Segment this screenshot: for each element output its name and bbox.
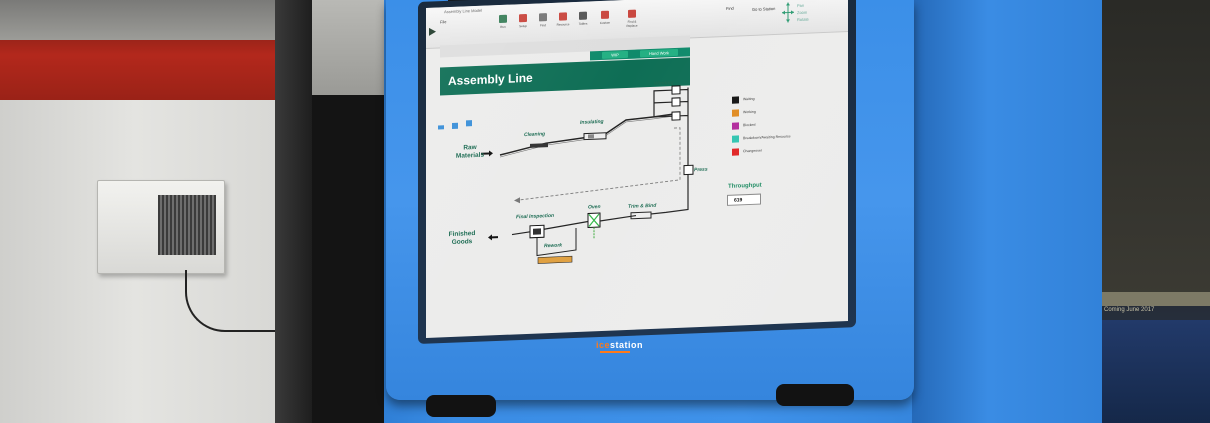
power-cord	[185, 270, 277, 332]
throughput-value: 619	[727, 193, 761, 206]
brand-underline	[600, 351, 630, 353]
insulating-station[interactable]	[583, 132, 607, 141]
kiosk-handle-left	[426, 395, 496, 417]
ac-grille	[158, 195, 216, 255]
legend-label: Working	[743, 109, 756, 115]
kiosk-side-panel	[912, 0, 1102, 423]
door-frame	[275, 0, 315, 423]
kiosk-handle-right	[776, 384, 854, 406]
rework-station[interactable]	[537, 255, 573, 264]
insulating-label: Insulating	[580, 118, 604, 126]
brand-logo-part-b: station	[610, 340, 644, 350]
winding-machine-2[interactable]	[671, 97, 681, 107]
sign-bar	[1100, 292, 1210, 306]
legend-swatch	[732, 122, 739, 130]
sign-text: Coming June 2017	[1104, 307, 1155, 313]
press-station[interactable]	[683, 164, 694, 176]
brand-logo-part-a: ice	[596, 340, 611, 350]
brand-logo: icestation	[596, 340, 643, 350]
finished-goods-label: Finished Goods	[448, 230, 476, 246]
monitor-screen: Assembly Line Model File Run Setup Find …	[426, 0, 848, 339]
process-flow-diagram	[438, 85, 694, 264]
press-label: Press	[694, 166, 708, 174]
legend-swatch	[732, 148, 739, 156]
oven-label: Oven	[588, 203, 601, 211]
legend-swatch	[732, 135, 739, 143]
rework-label: Rework	[544, 242, 563, 250]
raw-materials-label: Raw Materials	[455, 143, 485, 160]
cleaning-label: Cleaning	[524, 131, 546, 139]
legend-label: Waiting	[743, 96, 755, 102]
winding-machine-3[interactable]	[671, 111, 681, 121]
grey-wall-band	[0, 0, 285, 40]
legend-label: Blocked	[743, 122, 756, 128]
legend-swatch	[732, 96, 739, 104]
cleaning-station[interactable]	[530, 143, 548, 148]
trim-bind-label: Trim & Bind	[628, 202, 657, 210]
rink-board	[1100, 320, 1210, 423]
legend-swatch	[732, 109, 739, 117]
legend-label: Changeover	[743, 148, 763, 154]
winding-machine-1[interactable]	[671, 85, 681, 95]
raw-material-icons	[438, 120, 472, 130]
right-window	[1100, 0, 1210, 300]
winding-label: Winding	[654, 80, 674, 87]
air-conditioner-unit	[97, 180, 225, 274]
